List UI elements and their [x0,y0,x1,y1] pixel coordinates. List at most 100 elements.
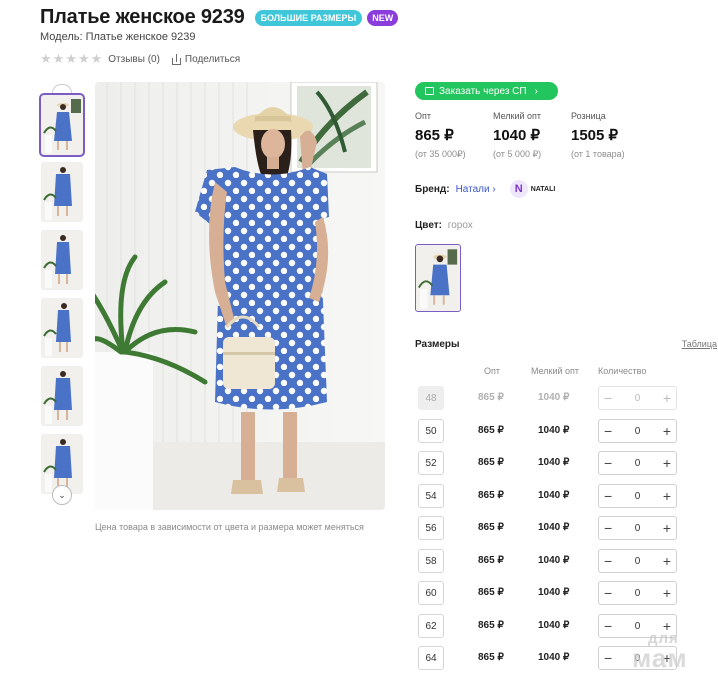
size-button[interactable]: 60 [418,581,444,605]
share-label: Поделиться [184,53,241,65]
brand-label: Бренд: [415,183,450,195]
minus-icon[interactable]: − [604,489,612,503]
reviews-link[interactable]: Отзывы (0) [108,54,160,65]
plus-icon[interactable]: + [663,489,671,503]
share-button[interactable]: Поделиться [171,53,241,65]
quantity-value[interactable]: 0 [635,426,641,437]
size-price-opt: 865 ₽ [478,490,504,501]
quantity-stepper[interactable]: − 0 + [598,614,677,638]
cart-icon [425,87,434,95]
color-row: Цвет: горох [415,220,473,231]
price-wholesale: Опт 865 ₽ (от 35 000₽) [415,111,493,160]
size-price-opt: 865 ₽ [478,522,504,533]
star-icon: ★ [65,51,77,66]
plus-icon[interactable]: + [663,619,671,633]
brand-logo[interactable]: N NATALI [509,180,556,198]
size-price-small-opt: 1040 ₽ [538,392,570,403]
thumbnail-5[interactable] [41,366,83,426]
quantity-stepper[interactable]: − 0 + [598,581,677,605]
price-label: Розница [571,111,606,121]
size-row: 64 865 ₽ 1040 ₽ − 0 + [415,646,717,672]
column-header-qty: Количество [598,366,647,376]
quantity-value[interactable]: 0 [635,458,641,469]
thumbnail-1[interactable] [39,93,85,157]
thumbnail-image [41,95,83,155]
brand-link[interactable]: Натали › [456,184,496,195]
title-row: Платье женское 9239 БОЛЬШИЕ РАЗМЕРЫ NEW [40,6,399,29]
price-small-wholesale: Мелкий опт 1040 ₽ (от 5 000 ₽) [493,111,571,160]
minus-icon[interactable]: − [604,424,612,438]
minus-icon[interactable]: − [604,554,612,568]
quantity-stepper[interactable]: − 0 + [598,549,677,573]
price-label: Мелкий опт [493,111,542,121]
plus-icon[interactable]: + [663,554,671,568]
size-row: 54 865 ₽ 1040 ₽ − 0 + [415,484,717,510]
thumbnail-4[interactable] [41,298,83,358]
brand-row: Бренд: Натали › N NATALI [415,180,555,198]
quantity-stepper[interactable]: − 0 + [598,516,677,540]
minus-icon[interactable]: − [604,619,612,633]
thumbnail-image [41,162,83,222]
size-price-small-opt: 1040 ₽ [538,652,570,663]
price-value: 1040 ₽ [493,127,541,144]
size-price-opt: 865 ₽ [478,555,504,566]
minus-icon[interactable]: − [604,651,612,665]
order-via-sp-button[interactable]: Заказать через СП › [415,82,558,100]
size-table-link[interactable]: Таблица [682,339,717,349]
size-button[interactable]: 52 [418,451,444,475]
minus-icon[interactable]: − [604,586,612,600]
main-product-photo[interactable] [95,82,385,510]
thumbnail-3[interactable] [41,230,83,290]
plus-icon[interactable]: + [663,651,671,665]
price-tiers: Опт 865 ₽ (от 35 000₽) Мелкий опт 1040 ₽… [415,111,649,160]
color-swatch-image [416,245,460,311]
price-condition: (от 1 товара) [571,149,625,159]
size-row: 48 865 ₽ 1040 ₽ − 0 + [415,386,717,412]
size-button[interactable]: 62 [418,614,444,638]
quantity-value: 0 [634,392,641,404]
plus-icon[interactable]: + [663,521,671,535]
quantity-stepper[interactable]: − 0 + [598,484,677,508]
star-icon: ★ [40,51,52,66]
plus-icon[interactable]: + [663,586,671,600]
quantity-value[interactable]: 0 [635,491,641,502]
thumbnail-2[interactable] [41,162,83,222]
plus-icon: + [662,390,671,406]
size-button: 48 [418,386,444,410]
quantity-stepper[interactable]: − 0 + [598,451,677,475]
size-price-opt: 865 ₽ [478,457,504,468]
thumbnail-scroll-up[interactable] [52,84,72,93]
column-header-small-opt: Мелкий опт [531,366,580,376]
plus-icon[interactable]: + [663,424,671,438]
quantity-value[interactable]: 0 [635,621,641,632]
minus-icon: − [604,390,613,406]
price-value: 1505 ₽ [571,127,619,144]
color-swatch-selected[interactable] [415,244,461,312]
plus-icon[interactable]: + [663,456,671,470]
quantity-stepper[interactable]: − 0 + [598,646,677,670]
minus-icon[interactable]: − [604,456,612,470]
size-button[interactable]: 56 [418,516,444,540]
big-sizes-badge[interactable]: БОЛЬШИЕ РАЗМЕРЫ [254,9,363,26]
size-button[interactable]: 50 [418,419,444,443]
main-photo-image [95,82,385,510]
size-price-small-opt: 1040 ₽ [538,555,570,566]
size-price-small-opt: 1040 ₽ [538,490,570,501]
price-note: Цена товара в зависимости от цвета и раз… [95,522,364,532]
chevron-down-icon[interactable]: ⌄ [52,485,72,505]
quantity-stepper[interactable]: − 0 + [598,419,677,443]
size-button[interactable]: 58 [418,549,444,573]
quantity-value[interactable]: 0 [635,556,641,567]
size-price-small-opt: 1040 ₽ [538,587,570,598]
quantity-value[interactable]: 0 [635,588,641,599]
quantity-value[interactable]: 0 [635,653,641,664]
quantity-value[interactable]: 0 [635,523,641,534]
brand-logo-text: NATALI [530,185,556,193]
minus-icon[interactable]: − [604,521,612,535]
brand-logo-icon: N [509,180,528,198]
size-button[interactable]: 64 [418,646,444,670]
size-button[interactable]: 54 [418,484,444,508]
size-row: 60 865 ₽ 1040 ₽ − 0 + [415,581,717,607]
star-icon: ★ [77,51,90,66]
brand-name: Натали [455,183,490,195]
